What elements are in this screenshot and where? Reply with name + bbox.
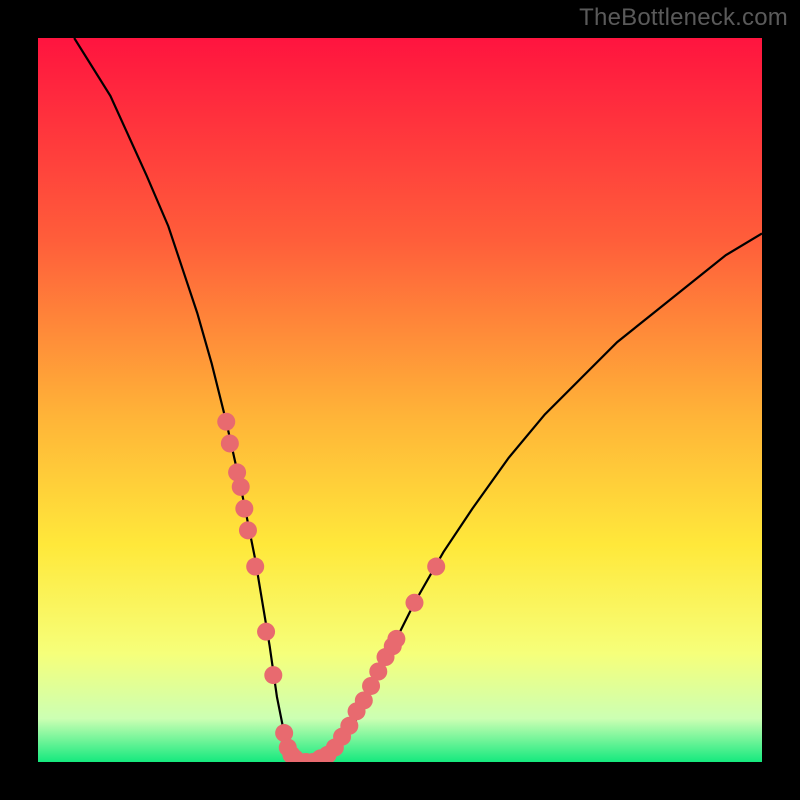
data-marker (217, 413, 235, 431)
data-marker (264, 666, 282, 684)
data-marker (257, 623, 275, 641)
data-marker (405, 594, 423, 612)
chart-plot-area (38, 38, 762, 762)
gradient-background (38, 38, 762, 762)
data-marker (221, 434, 239, 452)
data-marker (387, 630, 405, 648)
data-marker (427, 558, 445, 576)
data-marker (232, 478, 250, 496)
data-marker (239, 521, 257, 539)
data-marker (246, 558, 264, 576)
data-marker (235, 500, 253, 518)
watermark-text: TheBottleneck.com (579, 4, 788, 32)
chart-svg (38, 38, 762, 762)
